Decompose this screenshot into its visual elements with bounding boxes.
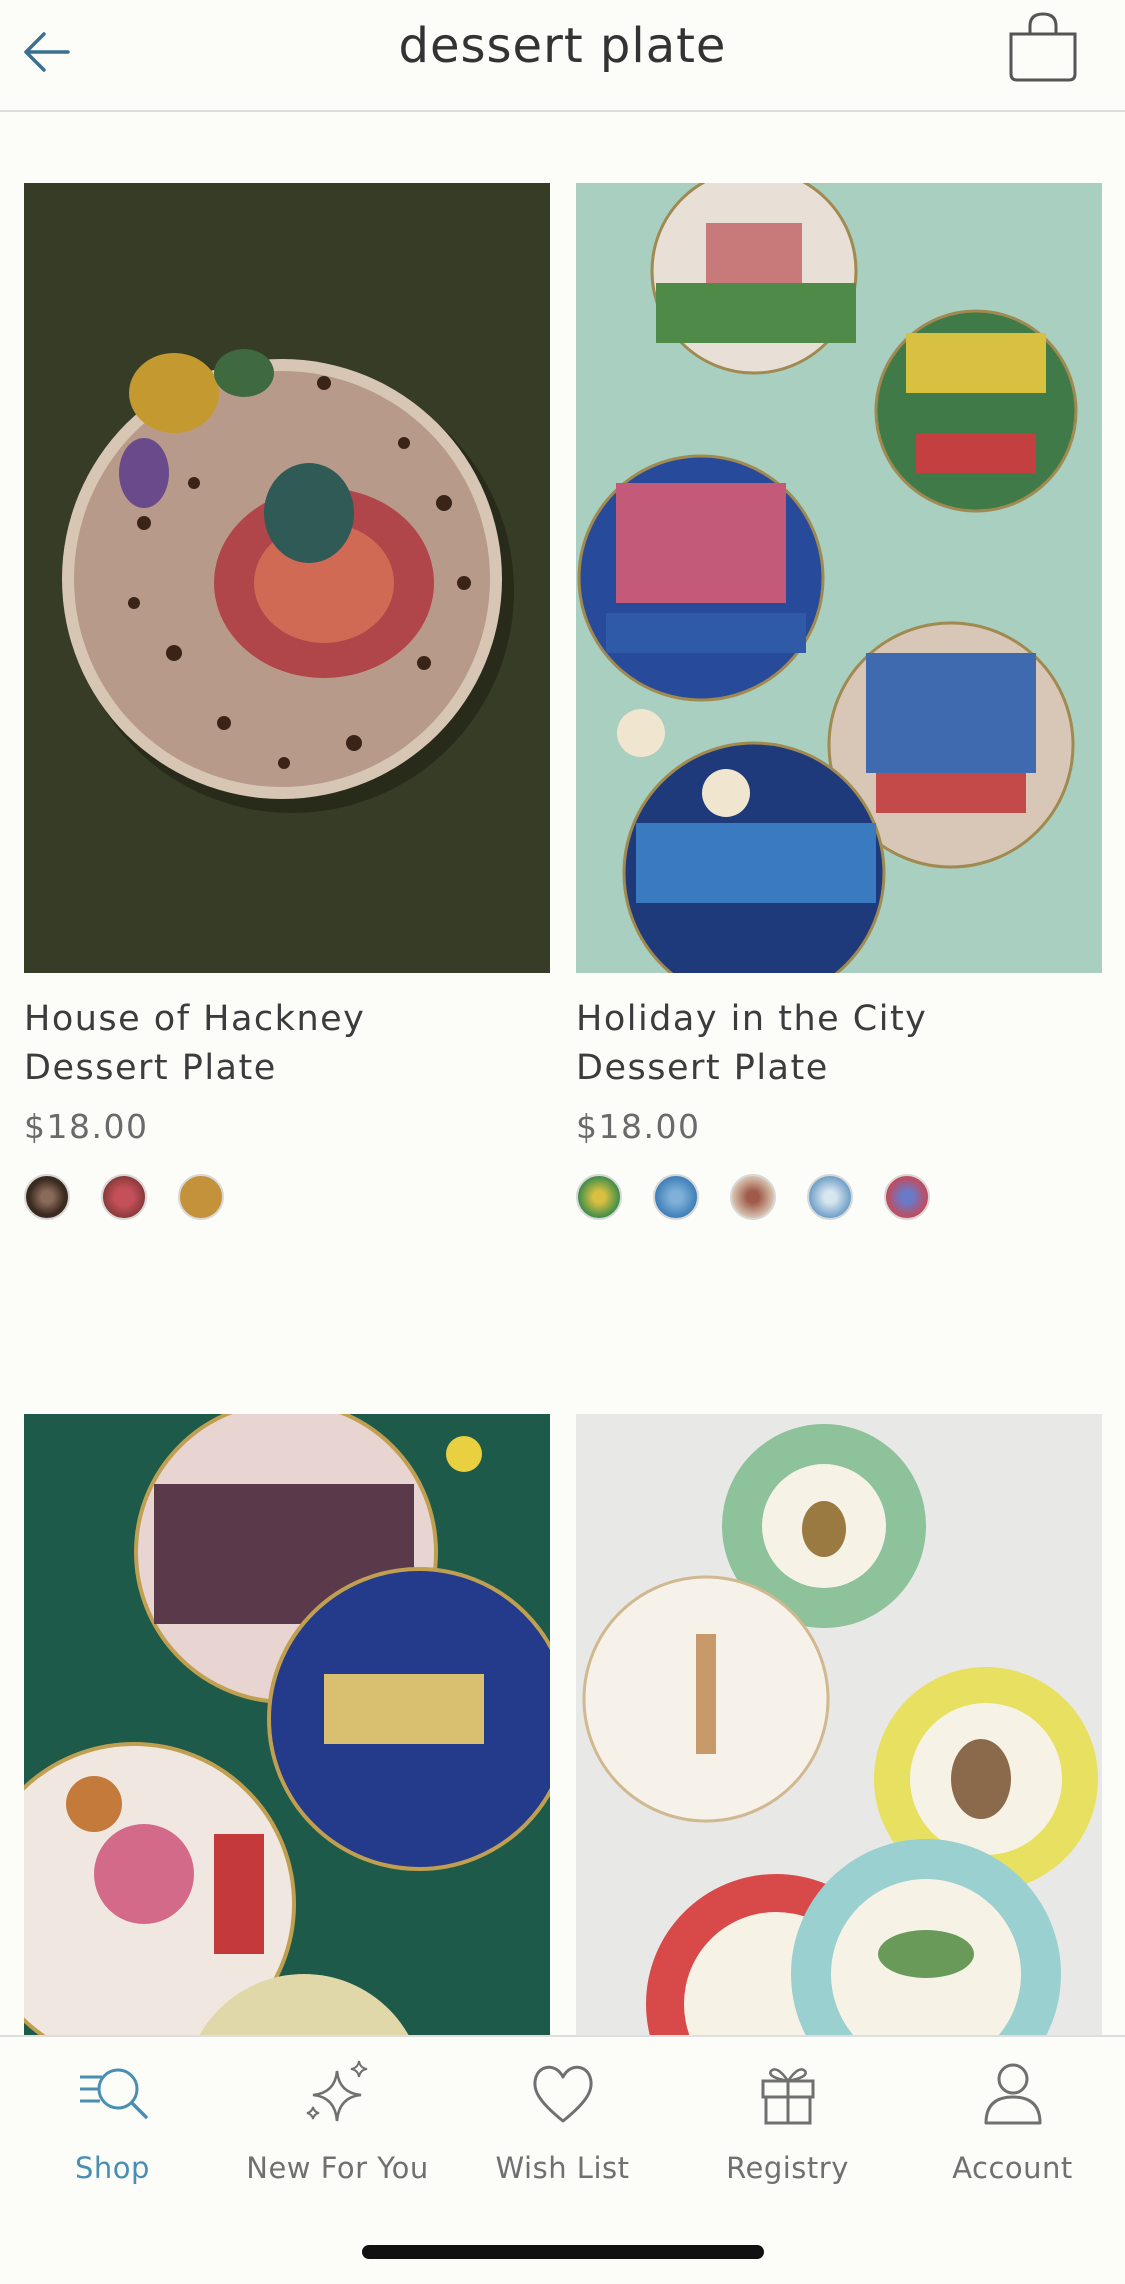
product-grid: House of Hackney Dessert Plate $18.00 Ho… — [0, 112, 1125, 2035]
home-indicator[interactable] — [362, 2245, 764, 2259]
color-swatch[interactable] — [178, 1174, 225, 1220]
product-name[interactable]: Holiday in the City Dessert Plate — [576, 995, 1102, 1093]
gift-icon — [761, 2068, 814, 2125]
tab-new-for-you[interactable]: New For You — [225, 2059, 450, 2185]
color-swatch[interactable] — [24, 1174, 70, 1220]
tab-wish-list[interactable]: Wish List — [450, 2059, 675, 2185]
product-price: $18.00 — [24, 1107, 149, 1146]
product-image[interactable] — [24, 1414, 550, 2035]
product-card[interactable] — [576, 1414, 1102, 2035]
product-image[interactable] — [576, 1414, 1102, 2035]
person-icon — [984, 2063, 1041, 2125]
sparkle-icon — [306, 2060, 367, 2122]
product-name[interactable]: House of Hackney Dessert Plate — [24, 995, 550, 1093]
color-swatches — [576, 1174, 1102, 1220]
product-card[interactable]: House of Hackney Dessert Plate $18.00 — [24, 183, 550, 1220]
color-swatch[interactable] — [807, 1174, 854, 1220]
color-swatches — [24, 1174, 550, 1220]
tab-registry[interactable]: Registry — [675, 2059, 900, 2185]
top-nav-bar: dessert plate — [0, 0, 1125, 112]
color-swatch[interactable] — [730, 1174, 777, 1220]
product-card[interactable]: Holiday in the City Dessert Plate $18.00 — [576, 183, 1102, 1220]
product-image-house-of-hackney[interactable] — [24, 183, 550, 973]
heart-icon — [532, 2065, 593, 2123]
tab-account[interactable]: Account — [900, 2059, 1125, 2185]
color-swatch[interactable] — [884, 1174, 931, 1220]
page-title: dessert plate — [398, 18, 727, 74]
shop-search-icon — [79, 2068, 148, 2119]
color-swatch[interactable] — [653, 1174, 700, 1220]
tab-shop[interactable]: Shop — [0, 2059, 225, 2185]
shopping-bag-icon — [1009, 12, 1077, 82]
product-image-holiday-in-the-city[interactable] — [576, 183, 1102, 973]
product-card[interactable] — [24, 1414, 550, 2035]
shopping-bag-button[interactable] — [1005, 12, 1081, 84]
color-swatch[interactable] — [576, 1174, 622, 1220]
color-swatch[interactable] — [101, 1174, 148, 1220]
product-price: $18.00 — [576, 1107, 701, 1146]
